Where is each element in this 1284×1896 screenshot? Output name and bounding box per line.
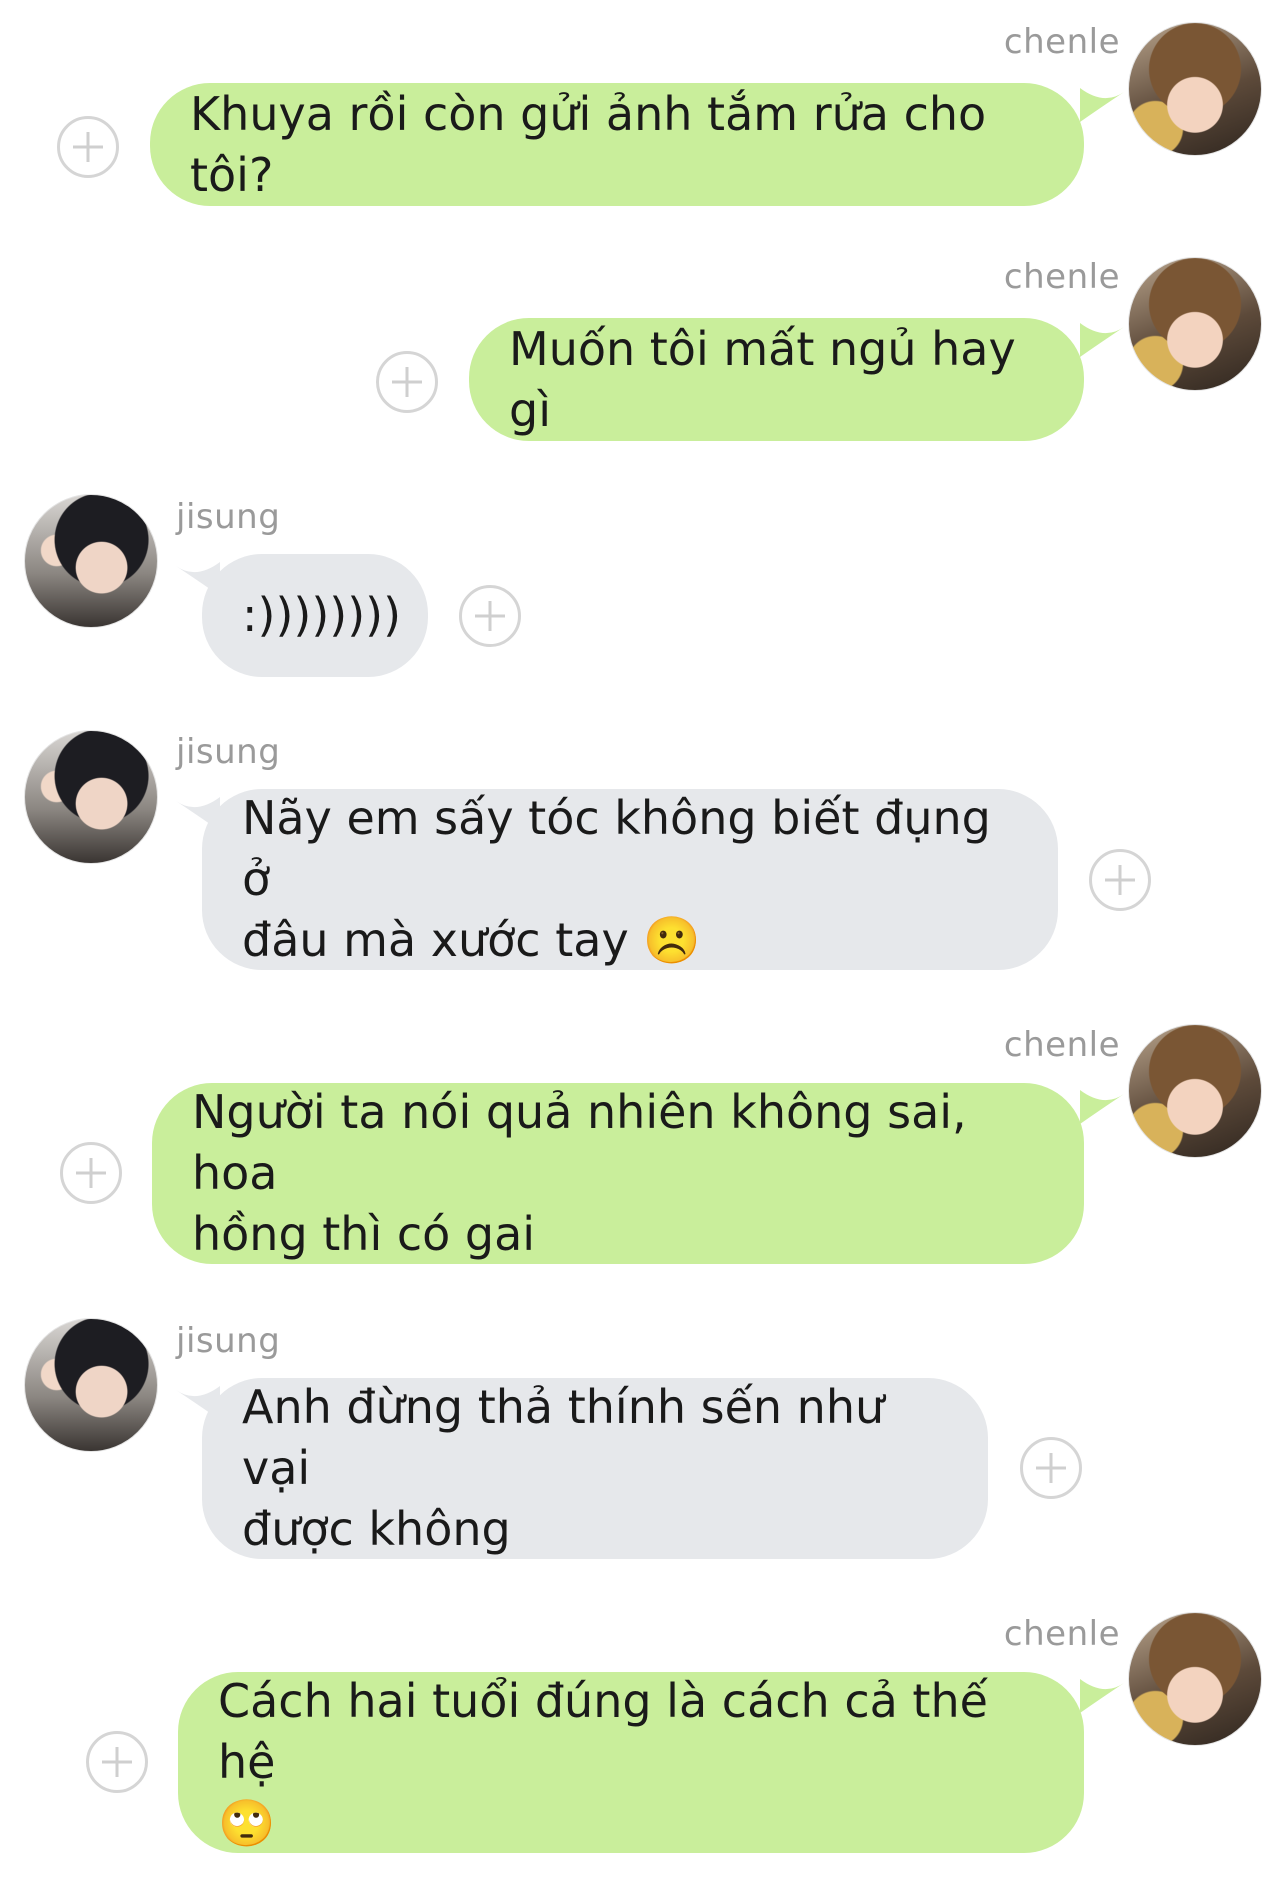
avatar[interactable] bbox=[1128, 1024, 1262, 1158]
message-bubble[interactable]: Muốn tôi mất ngủ hay gì bbox=[469, 318, 1084, 441]
add-reaction-plus-icon[interactable] bbox=[60, 1142, 122, 1204]
sender-name: chenle bbox=[1003, 1614, 1120, 1654]
message-text: Nãy em sấy tóc không biết đụng ở đâu mà … bbox=[242, 791, 991, 967]
message-bubble[interactable]: Anh đừng thả thính sến như vại được khôn… bbox=[202, 1378, 988, 1559]
sender-name: chenle bbox=[1003, 257, 1120, 297]
message-text: Khuya rồi còn gửi ảnh tắm rửa cho tôi? bbox=[190, 86, 987, 202]
bubble-tail bbox=[1080, 323, 1124, 357]
message-text: Muốn tôi mất ngủ hay gì bbox=[509, 321, 1016, 437]
sender-name: jisung bbox=[176, 497, 281, 537]
add-reaction-plus-icon[interactable] bbox=[86, 1731, 148, 1793]
message-bubble[interactable]: Khuya rồi còn gửi ảnh tắm rửa cho tôi? bbox=[150, 83, 1084, 206]
bubble-tail bbox=[1080, 1679, 1124, 1713]
sender-name: chenle bbox=[1003, 1025, 1120, 1065]
message-bubble[interactable]: :)))))))) bbox=[202, 554, 428, 677]
avatar[interactable] bbox=[1128, 22, 1262, 156]
message-text: Người ta nói quả nhiên không sai, hoa hồ… bbox=[192, 1085, 967, 1261]
sender-name: chenle bbox=[1003, 22, 1120, 62]
bubble-tail bbox=[1080, 1090, 1124, 1124]
add-reaction-plus-icon[interactable] bbox=[459, 585, 521, 647]
avatar[interactable] bbox=[1128, 257, 1262, 391]
add-reaction-plus-icon[interactable] bbox=[1020, 1437, 1082, 1499]
avatar[interactable] bbox=[24, 1318, 158, 1452]
avatar[interactable] bbox=[24, 730, 158, 864]
avatar[interactable] bbox=[24, 494, 158, 628]
add-reaction-plus-icon[interactable] bbox=[376, 351, 438, 413]
message-text: Anh đừng thả thính sến như vại được khôn… bbox=[242, 1380, 885, 1556]
bubble-tail bbox=[1080, 88, 1124, 122]
add-reaction-plus-icon[interactable] bbox=[1089, 849, 1151, 911]
sender-name: jisung bbox=[176, 1321, 281, 1361]
message-text: :)))))))) bbox=[242, 588, 402, 642]
message-bubble[interactable]: Cách hai tuổi đúng là cách cả thế hệ 🙄 bbox=[178, 1672, 1084, 1853]
avatar[interactable] bbox=[1128, 1612, 1262, 1746]
message-text: Cách hai tuổi đúng là cách cả thế hệ 🙄 bbox=[218, 1674, 988, 1850]
message-bubble[interactable]: Nãy em sấy tóc không biết đụng ở đâu mà … bbox=[202, 789, 1058, 970]
add-reaction-plus-icon[interactable] bbox=[57, 116, 119, 178]
sender-name: jisung bbox=[176, 732, 281, 772]
message-bubble[interactable]: Người ta nói quả nhiên không sai, hoa hồ… bbox=[152, 1083, 1084, 1264]
